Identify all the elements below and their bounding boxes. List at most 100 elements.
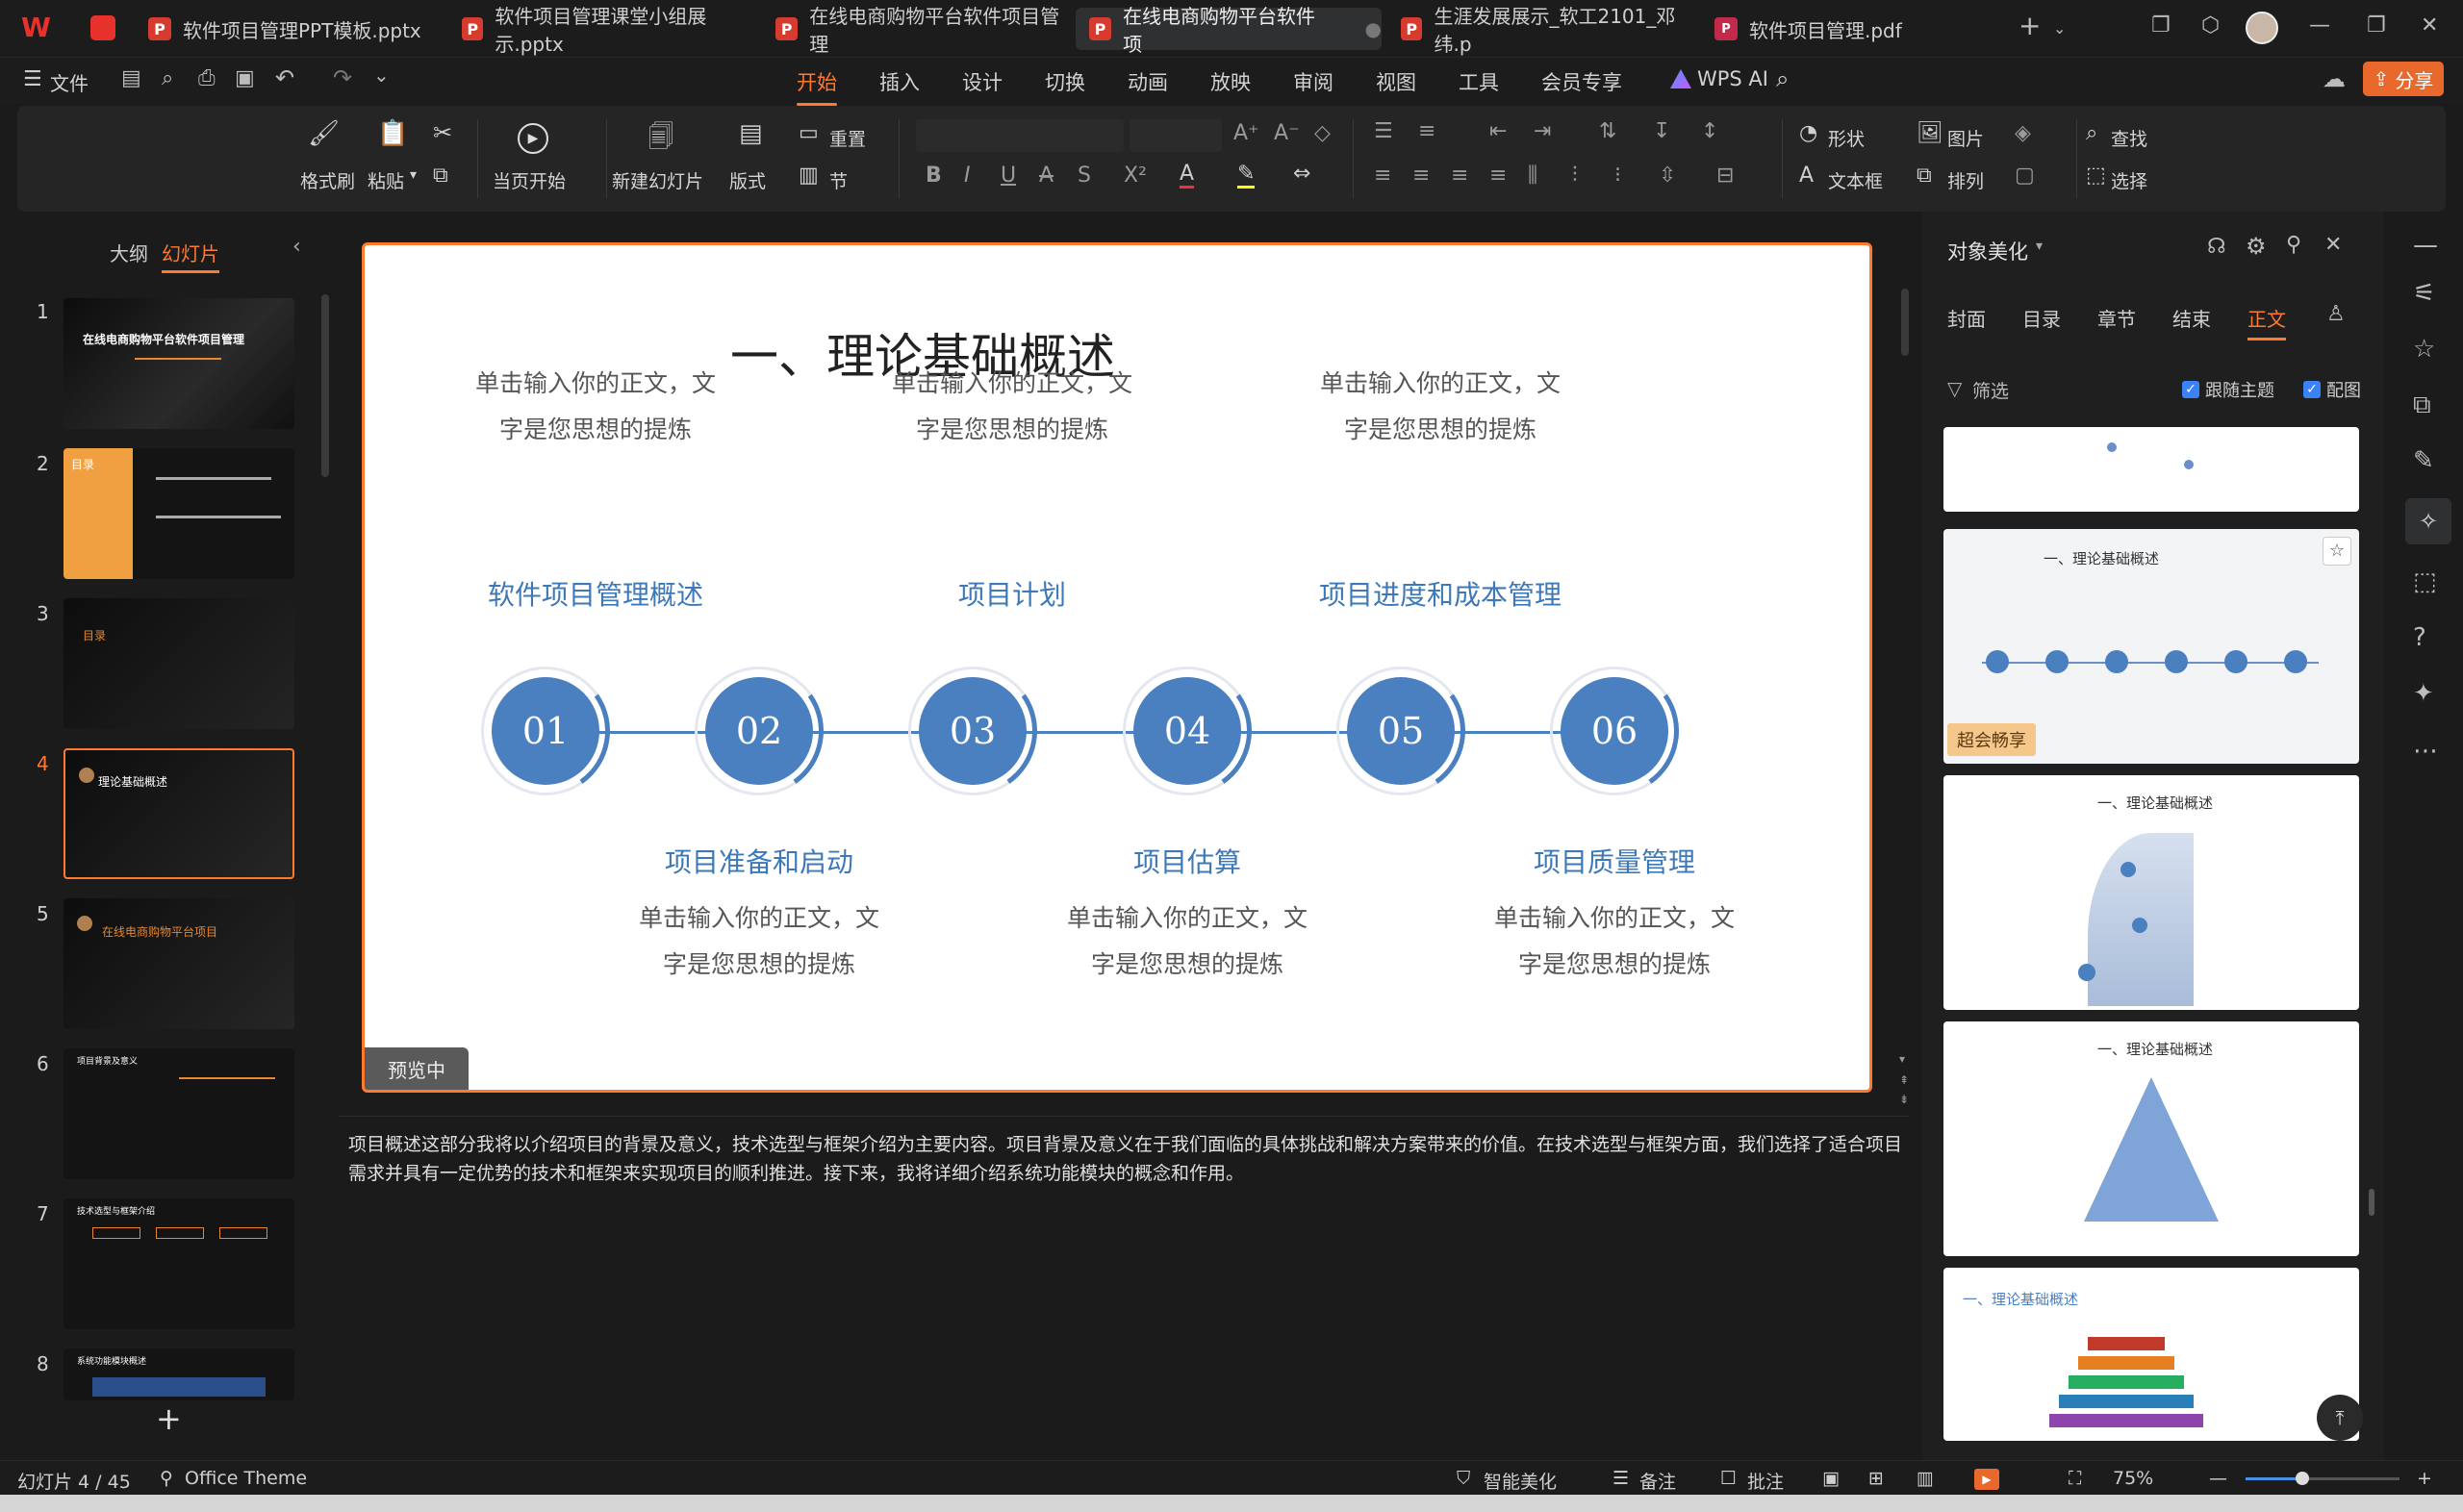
align-right-icon[interactable]: ≡ [1451,164,1468,188]
font-shrink-icon[interactable]: A⁻ [1274,121,1300,145]
text-block[interactable]: 单击输入你的正文，文 字是您思想的提炼 [432,361,759,453]
more-chevron-icon[interactable]: ⌄ [373,63,390,87]
italic-icon[interactable]: I [964,164,971,188]
step-circle-03[interactable]: 03 [919,677,1027,785]
shape-button[interactable]: 形状 [1828,125,1865,151]
paste-button[interactable]: 粘贴 [368,167,404,193]
tab-slideshow[interactable]: 放映 [1210,67,1251,96]
panel-scrollbar[interactable] [2369,1189,2374,1216]
tab-chapter[interactable]: 章节 [2097,304,2136,332]
close-icon[interactable]: ✕ [2421,13,2438,38]
textbox-icon[interactable]: A [1799,164,1814,188]
new-tab-icon[interactable]: + [2019,10,2041,41]
theme-name[interactable]: Office Theme [185,1468,307,1489]
outdent-icon[interactable]: ⇤ [1489,119,1507,143]
cloud-icon[interactable]: ☁ [2323,65,2346,92]
file-menu[interactable]: 文件 [50,68,89,96]
format-painter-button[interactable]: 格式刷 [300,167,355,193]
font-grow-icon[interactable]: A⁺ [1233,121,1259,145]
tab-view[interactable]: 视图 [1376,67,1416,96]
wps-logo-icon[interactable]: W [21,13,51,42]
panel-scrollbar[interactable] [321,294,329,477]
slide-thumbnail-4-selected[interactable]: 理论基础概述 [63,748,294,879]
copy-icon[interactable]: ⧉ [2413,391,2431,420]
help-icon[interactable]: ? [2413,623,2426,652]
print-preview-icon[interactable]: ▣ [235,66,255,90]
topic-label[interactable]: 项目准备和启动 [596,842,923,880]
zoom-in-icon[interactable]: + [2417,1468,2432,1489]
text-block[interactable]: 单击输入你的正文，文 字是您思想的提炼 [1451,895,1778,988]
follow-theme-checkbox[interactable]: ✓ [2182,381,2199,398]
font-family-select[interactable] [916,119,1124,152]
reading-view-icon[interactable]: ▥ [1917,1468,1934,1489]
zoom-level[interactable]: 75% [2113,1468,2153,1489]
clear-format-icon[interactable]: ◇ [1314,121,1331,145]
brush-icon[interactable]: ✎ [2413,446,2434,475]
tab-transition[interactable]: 切换 [1045,67,1085,96]
star-icon[interactable]: ☆ [2323,537,2351,566]
template-card-current[interactable]: 一、理论基础概述 ☆ 超会畅享 [1943,529,2359,764]
layout-icon[interactable]: ▤ [739,119,763,148]
prev-slide-icon[interactable]: ⇞ [1899,1073,1909,1087]
outline-icon[interactable]: ▢ [2015,164,2035,188]
search-icon[interactable]: ⌕ [1776,65,1789,92]
panel-title[interactable]: 对象美化 [1947,237,2028,265]
char-spacing-icon[interactable]: ⇔ [1293,162,1310,186]
paste-dropdown-icon[interactable]: ▾ [410,167,417,183]
notes-pane[interactable]: 项目概述这部分我将以介绍项目的背景及意义，技术选型与框架介绍为主要内容。项目背景… [339,1116,1909,1462]
play-from-current-icon[interactable]: ▶ [518,123,548,154]
shape-icon[interactable]: ◔ [1799,121,1817,145]
slide-canvas[interactable]: 一、理论基础概述 单击输入你的正文，文 字是您思想的提炼 软件项目管理概述 单击输… [362,242,1872,1093]
redo-icon[interactable]: ↷ [333,64,352,91]
bullets-icon[interactable]: ☰ [1374,119,1393,143]
tab-body[interactable]: 正文 [2247,304,2286,340]
topic-label[interactable]: 项目估算 [1024,842,1351,880]
align-left-icon[interactable]: ≡ [1374,164,1391,188]
section-icon[interactable]: ▥ [799,164,819,188]
columns-icon[interactable]: ⫶ [1572,164,1578,188]
add-slide-icon[interactable]: + [156,1400,182,1437]
tab-toc[interactable]: 目录 [2022,304,2061,332]
tab-ending[interactable]: 结束 [2172,304,2211,332]
from-current-button[interactable]: 当页开始 [493,167,566,193]
select-icon[interactable]: ⬚ [2086,164,2106,188]
section-button[interactable]: 节 [829,167,848,193]
topic-label[interactable]: 项目计划 [849,574,1176,613]
tab-slides[interactable]: 幻灯片 [162,239,219,273]
tab-design[interactable]: 设计 [962,67,1003,96]
canvas-scrollbar[interactable] [1901,289,1909,356]
user-icon[interactable]: ♙ [2326,302,2346,326]
template-card[interactable]: 一、理论基础概述 [1943,1021,2359,1256]
scroll-down-icon[interactable]: ▾ [1899,1052,1905,1066]
numbering-icon[interactable]: ≡ [1418,119,1435,143]
topic-label[interactable]: 项目质量管理 [1451,842,1778,880]
new-slide-button[interactable]: 新建幻灯片 [612,167,703,193]
slide-thumbnail-8[interactable]: 系统功能模块概述 [63,1348,294,1400]
restore-icon[interactable]: ❐ [2367,13,2386,38]
indent-icon[interactable]: ⇥ [1534,119,1551,143]
copy-icon[interactable]: ⧉ [433,164,448,188]
reset-icon[interactable]: ▭ [799,121,819,145]
arrange-button[interactable]: 排列 [1947,167,1984,193]
more-icon[interactable]: ⋯ [2413,737,2438,766]
new-slide-icon[interactable]: 🗐 [648,119,673,162]
minimize-icon[interactable]: — [2309,13,2330,38]
text-direction-icon[interactable]: ⇅ [1599,119,1616,143]
print-icon[interactable]: ⎙ [198,66,216,90]
distribute-icon[interactable]: ⫼ [1528,164,1537,188]
font-color-icon[interactable]: A [1180,162,1195,189]
tab-home[interactable]: 开始 [797,67,837,106]
comments-button[interactable]: 批注 [1747,1468,1784,1494]
tab-doc-active[interactable]: P 在线电商购物平台软件项 ● [1076,5,1382,56]
topic-label[interactable]: 项目进度和成本管理 [1277,574,1604,613]
magic-icon[interactable]: ✦ [2413,679,2434,708]
beautify-active-icon[interactable]: ✧ [2405,498,2451,544]
justify-icon[interactable]: ≡ [1489,164,1507,188]
close-icon[interactable]: ✕ [2324,233,2342,257]
slide-thumbnail-1[interactable]: 在线电商购物平台软件项目管理 [63,298,294,429]
textbox-align-icon[interactable]: ⊟ [1716,164,1734,188]
slide-thumbnail-6[interactable]: 项目背景及意义 [63,1048,294,1179]
tab-cover[interactable]: 封面 [1947,304,1986,332]
hamburger-icon[interactable]: ☰ [23,67,42,91]
gear-icon[interactable]: ⚙ [2246,233,2267,260]
